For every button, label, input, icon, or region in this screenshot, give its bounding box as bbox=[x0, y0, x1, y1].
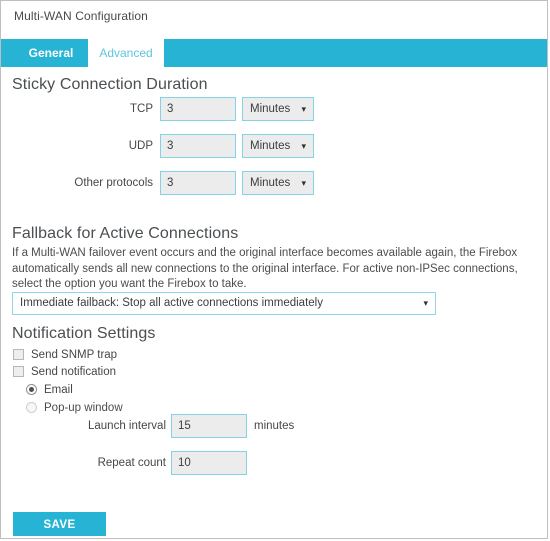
chevron-down-icon: ▾ bbox=[301, 141, 306, 151]
tab-bar: General Advanced bbox=[1, 39, 547, 67]
chevron-down-icon: ▾ bbox=[423, 298, 428, 308]
sticky-connection-duration-heading: Sticky Connection Duration bbox=[12, 76, 208, 93]
select-fallback-option[interactable]: Immediate failback: Stop all active conn… bbox=[12, 292, 436, 315]
select-udp-unit-value: Minutes bbox=[250, 140, 291, 152]
chevron-down-icon: ▾ bbox=[301, 104, 306, 114]
radio-email-label: Email bbox=[44, 384, 73, 396]
tab-advanced[interactable]: Advanced bbox=[88, 39, 164, 67]
input-udp-duration[interactable] bbox=[160, 134, 236, 158]
label-udp: UDP bbox=[128, 140, 153, 152]
label-other-protocols: Other protocols bbox=[74, 177, 153, 189]
fallback-heading: Fallback for Active Connections bbox=[12, 225, 239, 242]
select-other-protocols-unit[interactable]: Minutes ▾ bbox=[242, 171, 314, 195]
notification-settings-heading: Notification Settings bbox=[12, 325, 156, 342]
select-tcp-unit[interactable]: Minutes ▾ bbox=[242, 97, 314, 121]
fallback-description: If a Multi-WAN failover event occurs and… bbox=[12, 247, 518, 290]
multi-wan-configuration-page: Multi-WAN Configuration General Advanced… bbox=[0, 0, 548, 539]
select-tcp-unit-value: Minutes bbox=[250, 103, 291, 115]
input-other-protocols-duration[interactable] bbox=[160, 171, 236, 195]
unit-launch-interval: minutes bbox=[254, 420, 295, 432]
select-udp-unit[interactable]: Minutes ▾ bbox=[242, 134, 314, 158]
tab-general[interactable]: General bbox=[14, 39, 88, 67]
checkbox-icon bbox=[13, 349, 24, 360]
chevron-down-icon: ▾ bbox=[301, 178, 306, 188]
input-tcp-duration[interactable] bbox=[160, 97, 236, 121]
page-title: Multi-WAN Configuration bbox=[14, 9, 148, 23]
label-launch-interval: Launch interval bbox=[88, 420, 166, 432]
checkbox-send-notification-label: Send notification bbox=[31, 366, 117, 378]
radio-selected-icon bbox=[26, 384, 37, 395]
radio-unselected-icon bbox=[26, 402, 37, 413]
label-tcp: TCP bbox=[130, 103, 153, 115]
save-button[interactable]: SAVE bbox=[13, 512, 106, 536]
select-fallback-option-value: Immediate failback: Stop all active conn… bbox=[20, 297, 323, 309]
label-repeat-count: Repeat count bbox=[97, 457, 166, 469]
input-launch-interval[interactable] bbox=[171, 414, 247, 438]
select-other-protocols-unit-value: Minutes bbox=[250, 177, 291, 189]
input-repeat-count[interactable] bbox=[171, 451, 247, 475]
checkbox-send-snmp-trap-label: Send SNMP trap bbox=[31, 349, 118, 361]
checkbox-icon bbox=[13, 366, 24, 377]
